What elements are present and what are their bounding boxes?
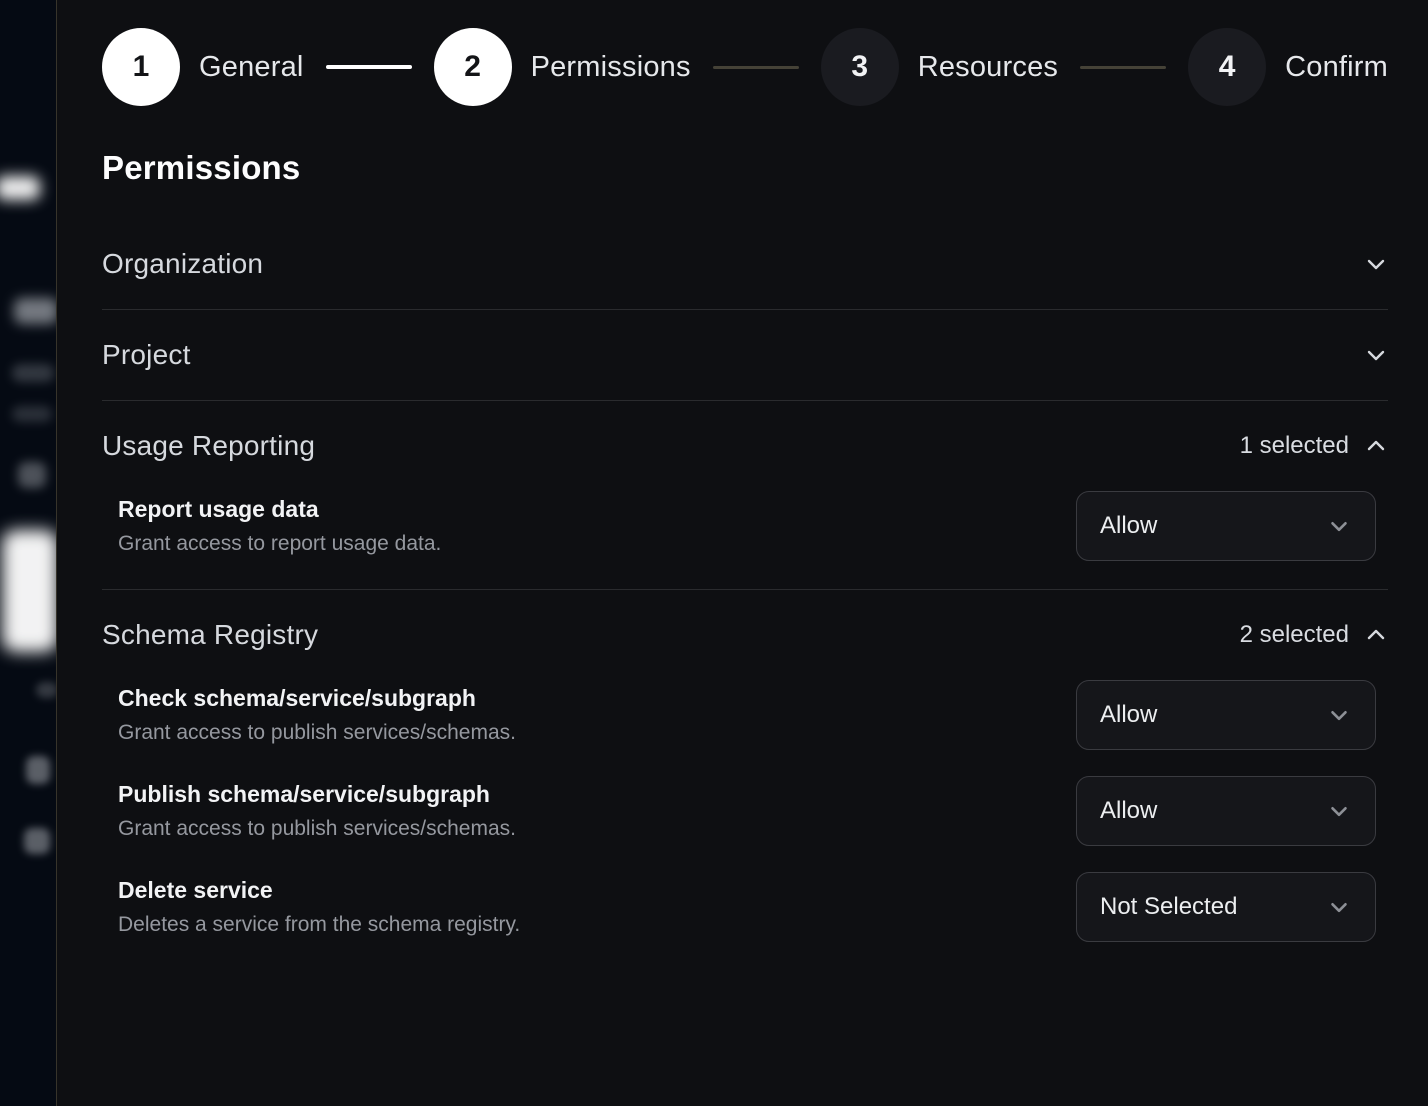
page-title: Permissions xyxy=(102,149,1388,187)
blurred-sidebar-card xyxy=(2,530,56,652)
blurred-sidebar-text xyxy=(12,406,52,422)
select-value: Allow xyxy=(1100,701,1157,729)
selected-count: 2 selected xyxy=(1240,621,1349,649)
step-number-badge: 2 xyxy=(434,28,512,106)
section-organization-header[interactable]: Organization xyxy=(102,219,1388,309)
chevron-up-icon xyxy=(1364,623,1388,647)
section-project: Project xyxy=(102,310,1388,400)
select-value: Allow xyxy=(1100,512,1157,540)
permission-description: Grant access to report usage data. xyxy=(118,532,441,556)
wizard-stepper: 1 General 2 Permissions 3 Resources 4 Co… xyxy=(102,28,1388,106)
section-schema-registry-header[interactable]: Schema Registry 2 selected xyxy=(102,590,1388,680)
blurred-sidebar-text xyxy=(12,364,54,382)
blurred-sidebar-text xyxy=(24,828,50,854)
permission-description: Grant access to publish services/schemas… xyxy=(118,721,516,745)
section-title: Project xyxy=(102,339,191,371)
step-permissions[interactable]: 2 Permissions xyxy=(434,28,691,106)
step-connector xyxy=(326,65,412,69)
step-connector xyxy=(713,66,799,69)
permission-title: Delete service xyxy=(118,877,520,904)
permission-title: Check schema/service/subgraph xyxy=(118,685,516,712)
chevron-up-icon xyxy=(1364,434,1388,458)
section-title: Organization xyxy=(102,248,263,280)
section-title: Schema Registry xyxy=(102,619,318,651)
blurred-sidebar-badge xyxy=(0,176,40,200)
chevron-down-icon xyxy=(1364,343,1388,367)
step-number-badge: 3 xyxy=(821,28,899,106)
section-project-header[interactable]: Project xyxy=(102,310,1388,400)
permission-row-check-schema: Check schema/service/subgraph Grant acce… xyxy=(118,680,1388,750)
permission-description: Grant access to publish services/schemas… xyxy=(118,817,516,841)
permission-row-delete-service: Delete service Deletes a service from th… xyxy=(118,872,1388,942)
section-organization: Organization xyxy=(102,219,1388,309)
delete-service-select[interactable]: Not Selected xyxy=(1076,872,1376,942)
section-usage-reporting-header[interactable]: Usage Reporting 1 selected xyxy=(102,401,1388,491)
select-value: Allow xyxy=(1100,797,1157,825)
chevron-down-icon xyxy=(1326,702,1352,728)
section-usage-reporting: Usage Reporting 1 selected Report usage … xyxy=(102,401,1388,589)
chevron-down-icon xyxy=(1326,798,1352,824)
step-resources[interactable]: 3 Resources xyxy=(821,28,1058,106)
step-number-badge: 1 xyxy=(102,28,180,106)
blurred-sidebar-icon xyxy=(18,462,46,488)
report-usage-data-select[interactable]: Allow xyxy=(1076,491,1376,561)
permission-row-report-usage-data: Report usage data Grant access to report… xyxy=(118,491,1388,561)
api-key-wizard-modal: 1 General 2 Permissions 3 Resources 4 Co… xyxy=(56,0,1428,1106)
permission-row-publish-schema: Publish schema/service/subgraph Grant ac… xyxy=(118,776,1388,846)
check-schema-select[interactable]: Allow xyxy=(1076,680,1376,750)
step-label: General xyxy=(199,51,304,84)
selected-count: 1 selected xyxy=(1240,432,1349,460)
select-value: Not Selected xyxy=(1100,893,1237,921)
chevron-down-icon xyxy=(1326,513,1352,539)
chevron-down-icon xyxy=(1326,894,1352,920)
step-label: Permissions xyxy=(531,51,691,84)
step-general[interactable]: 1 General xyxy=(102,28,304,106)
publish-schema-select[interactable]: Allow xyxy=(1076,776,1376,846)
permission-title: Report usage data xyxy=(118,496,441,523)
step-number-badge: 4 xyxy=(1188,28,1266,106)
step-confirm[interactable]: 4 Confirm xyxy=(1188,28,1388,106)
section-title: Usage Reporting xyxy=(102,430,315,462)
chevron-down-icon xyxy=(1364,252,1388,276)
blurred-sidebar-text xyxy=(26,756,50,784)
permission-title: Publish schema/service/subgraph xyxy=(118,781,516,808)
step-label: Confirm xyxy=(1285,51,1388,84)
step-connector xyxy=(1080,66,1166,69)
step-label: Resources xyxy=(918,51,1058,84)
background-page xyxy=(0,0,56,1106)
blurred-sidebar-text xyxy=(36,682,56,698)
section-schema-registry: Schema Registry 2 selected Check schema/… xyxy=(102,590,1388,970)
permission-description: Deletes a service from the schema regist… xyxy=(118,913,520,937)
blurred-sidebar-text xyxy=(14,298,56,324)
